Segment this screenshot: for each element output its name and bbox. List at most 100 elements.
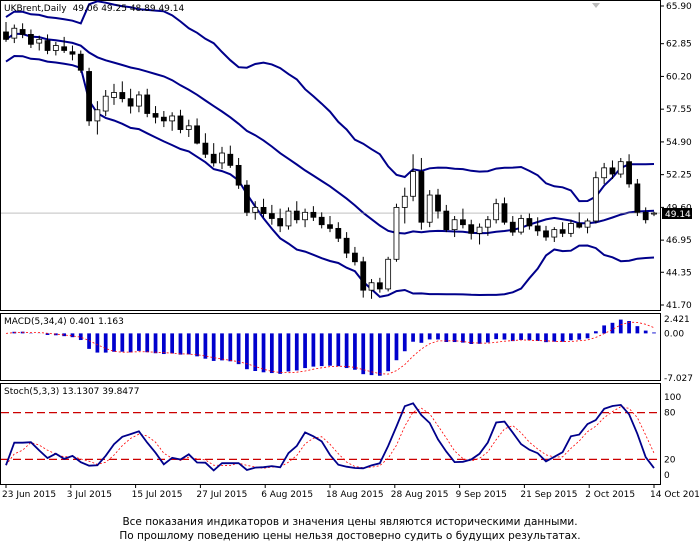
candle-body [11, 27, 18, 39]
candle-body [451, 219, 458, 231]
candle-body [19, 29, 26, 35]
x-tick-label: 3 Jul 2015 [67, 490, 112, 500]
candle [509, 216, 516, 236]
candle-body [144, 94, 151, 114]
candle [3, 22, 9, 42]
candle [177, 109, 184, 134]
candle [302, 208, 308, 228]
candle-body [626, 161, 632, 185]
candle [277, 208, 284, 233]
candle [568, 219, 574, 238]
candle [327, 216, 333, 233]
candle-body [559, 229, 566, 234]
x-tick-label: 15 Jul 2015 [132, 490, 183, 500]
candle [501, 197, 508, 225]
price-tick-label: 54.90 [666, 138, 692, 148]
candle [227, 145, 234, 168]
candle [626, 154, 632, 188]
bollinger-middle-line [5, 32, 655, 235]
candle-body [185, 125, 192, 130]
candle-body [169, 115, 176, 122]
candle [202, 133, 209, 158]
candle [543, 225, 549, 241]
candle-body [277, 218, 284, 227]
x-axis-labels: 23 Jun 2015 3 Jul 2015 15 Jul 2015 27 Jul 2… [2, 484, 700, 500]
candle-body [28, 34, 34, 45]
x-tick-label: 18 Aug 2015 [326, 490, 384, 500]
symbol-label: UKBrent,Daily 49.06 49.25 48.89 49.14 [4, 4, 184, 14]
price-plot [1, 0, 660, 299]
candle-body [468, 224, 475, 234]
x-tick-label: 23 Jun 2015 [2, 490, 56, 500]
candle [352, 246, 358, 266]
x-tick-label: 6 Aug 2015 [261, 490, 313, 500]
candle [19, 23, 26, 39]
candle [28, 29, 34, 49]
disclaimer-line-1: Все показания индикаторов и значения цен… [122, 516, 578, 528]
bollinger-lower-line [5, 54, 655, 298]
candle [651, 211, 657, 217]
candle [11, 24, 18, 44]
candle [160, 111, 167, 128]
x-tick-label: 14 Oct 2015 [650, 490, 700, 500]
candle [642, 207, 649, 224]
candle-body [343, 237, 350, 254]
candle-body [335, 227, 342, 239]
candle-body [152, 113, 159, 118]
candle-body [526, 218, 533, 227]
candle [136, 91, 142, 113]
candle [235, 157, 242, 189]
candle [401, 187, 408, 224]
candle-body [376, 282, 383, 290]
candle-body [410, 171, 416, 197]
stoch-plot [1, 402, 660, 472]
price-tick-label: 41.70 [666, 301, 692, 311]
candle [518, 214, 524, 235]
candle-body [476, 226, 483, 234]
stoch-label: Stoch(5,3,3) 13.1307 39.8477 [4, 387, 139, 397]
chart-area: 65.9062.8560.2057.5554.9052.2549.6046.95… [0, 0, 700, 500]
candle-body [617, 161, 624, 175]
macd-plot [5, 319, 656, 376]
collapse-arrow-icon[interactable] [592, 3, 600, 8]
price-tick-label: 46.95 [666, 236, 692, 246]
candle-body [318, 216, 325, 226]
candle-body [460, 219, 466, 226]
candle-body [119, 92, 126, 100]
candle [592, 171, 599, 224]
candle [94, 101, 101, 135]
candle [584, 218, 591, 234]
candle-body [534, 225, 541, 232]
candle-body [61, 46, 68, 51]
candle-body [360, 261, 367, 291]
candle [102, 90, 109, 116]
candle [634, 178, 641, 217]
disclaimer-line-2: По прошлому поведению цены нельзя достов… [119, 530, 581, 542]
candle [77, 50, 84, 73]
candle [310, 206, 317, 221]
candle [368, 279, 375, 299]
candle [343, 232, 350, 259]
candle [526, 213, 533, 230]
candle-body [210, 153, 217, 164]
candle [185, 119, 192, 137]
candle [44, 34, 51, 55]
candle-body [310, 211, 317, 218]
x-tick-label: 27 Jul 2015 [196, 490, 247, 500]
candle [393, 203, 400, 262]
candle-body [385, 258, 392, 290]
candle [468, 219, 475, 240]
candle-body [285, 210, 292, 227]
x-tick-label: 2 Oct 2015 [585, 490, 635, 500]
candle-body [584, 220, 591, 228]
candle-body [77, 53, 84, 71]
candle-body [543, 230, 549, 238]
candle-body [551, 229, 558, 238]
candle-body [518, 218, 524, 233]
last-price-label: 49.14 [665, 210, 691, 220]
candle [460, 208, 466, 229]
candle [576, 212, 583, 229]
candle-body [235, 164, 242, 186]
candle [293, 201, 300, 224]
candle-body [601, 167, 608, 179]
